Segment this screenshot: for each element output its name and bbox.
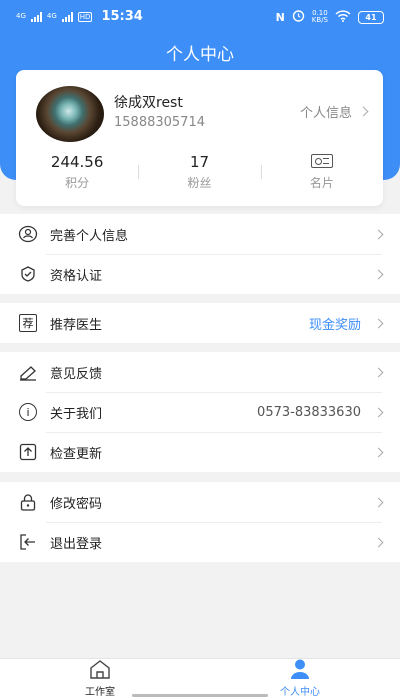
- menu-group-about: 意见反馈 i 关于我们 0573-83833630 检查更新: [0, 352, 400, 472]
- fans-label: 粉丝: [187, 176, 212, 190]
- profile-stats: 244.56 积分 17 粉丝 名片: [16, 152, 383, 194]
- user-icon: [18, 224, 38, 244]
- page-title: 个人中心: [166, 45, 234, 65]
- nfc-icon: N: [275, 10, 285, 24]
- update-icon: [18, 442, 38, 462]
- menu-item-feedback[interactable]: 意见反馈: [0, 352, 400, 392]
- stat-fans[interactable]: 17 粉丝: [138, 152, 260, 194]
- avatar[interactable]: [36, 86, 104, 142]
- points-label: 积分: [65, 176, 90, 190]
- lock-icon: [18, 492, 38, 512]
- menu-label: 意见反馈: [50, 366, 103, 382]
- clock: 15:34: [101, 9, 143, 24]
- profile-card: 徐成双rest 15888305714 个人信息 244.56 积分 17 粉丝…: [16, 70, 383, 206]
- hd-badge: HD: [77, 11, 93, 22]
- chevron-right-icon: [373, 367, 384, 377]
- info-icon: i: [18, 402, 38, 422]
- points-value: 244.56: [50, 153, 104, 171]
- menu-item-recommend-doctor[interactable]: 荐 推荐医生 现金奖励: [0, 303, 400, 343]
- bottom-tab-bar: 工作室 个人中心: [0, 658, 400, 700]
- speed-unit: KB/S: [311, 16, 328, 24]
- menu-label: 检查更新: [50, 446, 103, 462]
- signal-strength-icon-2: [61, 11, 73, 22]
- fans-value: 17: [189, 153, 210, 171]
- id-card-icon: [310, 154, 333, 168]
- user-phone: 15888305714: [114, 115, 205, 130]
- menu-label: 推荐医生: [50, 317, 103, 333]
- business-card-label: 名片: [309, 176, 334, 190]
- stat-points[interactable]: 244.56 积分: [16, 152, 138, 194]
- menu-item-complete-profile[interactable]: 完善个人信息: [0, 214, 400, 254]
- menu-group-account: 修改密码 退出登录: [0, 482, 400, 562]
- chevron-right-icon: [373, 447, 384, 457]
- phone-number: 0573-83833630: [257, 404, 361, 420]
- recommend-icon: 荐: [18, 313, 38, 333]
- logout-icon: [18, 532, 38, 552]
- chevron-right-icon: [373, 407, 384, 417]
- alarm-icon: [292, 9, 305, 25]
- person-icon: [288, 658, 312, 683]
- signal-label-2: 4G: [46, 12, 57, 20]
- home-indicator: [132, 694, 268, 697]
- chevron-right-icon: [373, 537, 384, 547]
- menu-label: 修改密码: [50, 496, 103, 512]
- tab-label: 个人中心: [280, 687, 320, 698]
- menu-item-logout[interactable]: 退出登录: [0, 522, 400, 562]
- wifi-icon: [335, 9, 351, 25]
- chevron-right-icon: [373, 269, 384, 279]
- menu-item-about-us[interactable]: i 关于我们 0573-83833630: [0, 392, 400, 432]
- signal-label-1: 4G: [16, 12, 26, 20]
- menu-label: 完善个人信息: [50, 228, 129, 244]
- cash-reward-text: 现金奖励: [308, 317, 361, 333]
- signal-strength-icon: [30, 11, 42, 22]
- personal-info-label: 个人信息: [299, 106, 352, 121]
- menu-label: 关于我们: [50, 406, 103, 422]
- certification-icon: [18, 264, 38, 284]
- home-icon: [88, 658, 112, 683]
- personal-info-link[interactable]: 个人信息: [299, 102, 369, 121]
- menu-label: 资格认证: [50, 268, 103, 284]
- tab-label: 工作室: [85, 687, 115, 698]
- menu-group-recommend: 荐 推荐医生 现金奖励: [0, 303, 400, 343]
- stat-business-card[interactable]: 名片: [260, 152, 383, 194]
- info-icon-text: i: [19, 403, 37, 421]
- menu-item-change-password[interactable]: 修改密码: [0, 482, 400, 522]
- feedback-icon: [18, 362, 38, 382]
- status-bar: 4G 4G HD 15:34 N 0.10 KB/S 41: [0, 0, 400, 34]
- chevron-right-icon: [373, 497, 384, 507]
- network-speed: 0.10 KB/S: [312, 10, 328, 24]
- menu-item-certification[interactable]: 资格认证: [0, 254, 400, 294]
- recommend-icon-text: 荐: [19, 314, 37, 332]
- chevron-right-icon: [373, 318, 384, 328]
- user-name: 徐成双rest: [114, 95, 183, 111]
- menu-group-profile: 完善个人信息 资格认证: [0, 214, 400, 294]
- menu-label: 退出登录: [50, 536, 103, 552]
- chevron-right-icon: [373, 229, 384, 239]
- menu-item-check-update[interactable]: 检查更新: [0, 432, 400, 472]
- chevron-right-icon: [358, 106, 369, 117]
- battery-icon: 41: [358, 10, 384, 24]
